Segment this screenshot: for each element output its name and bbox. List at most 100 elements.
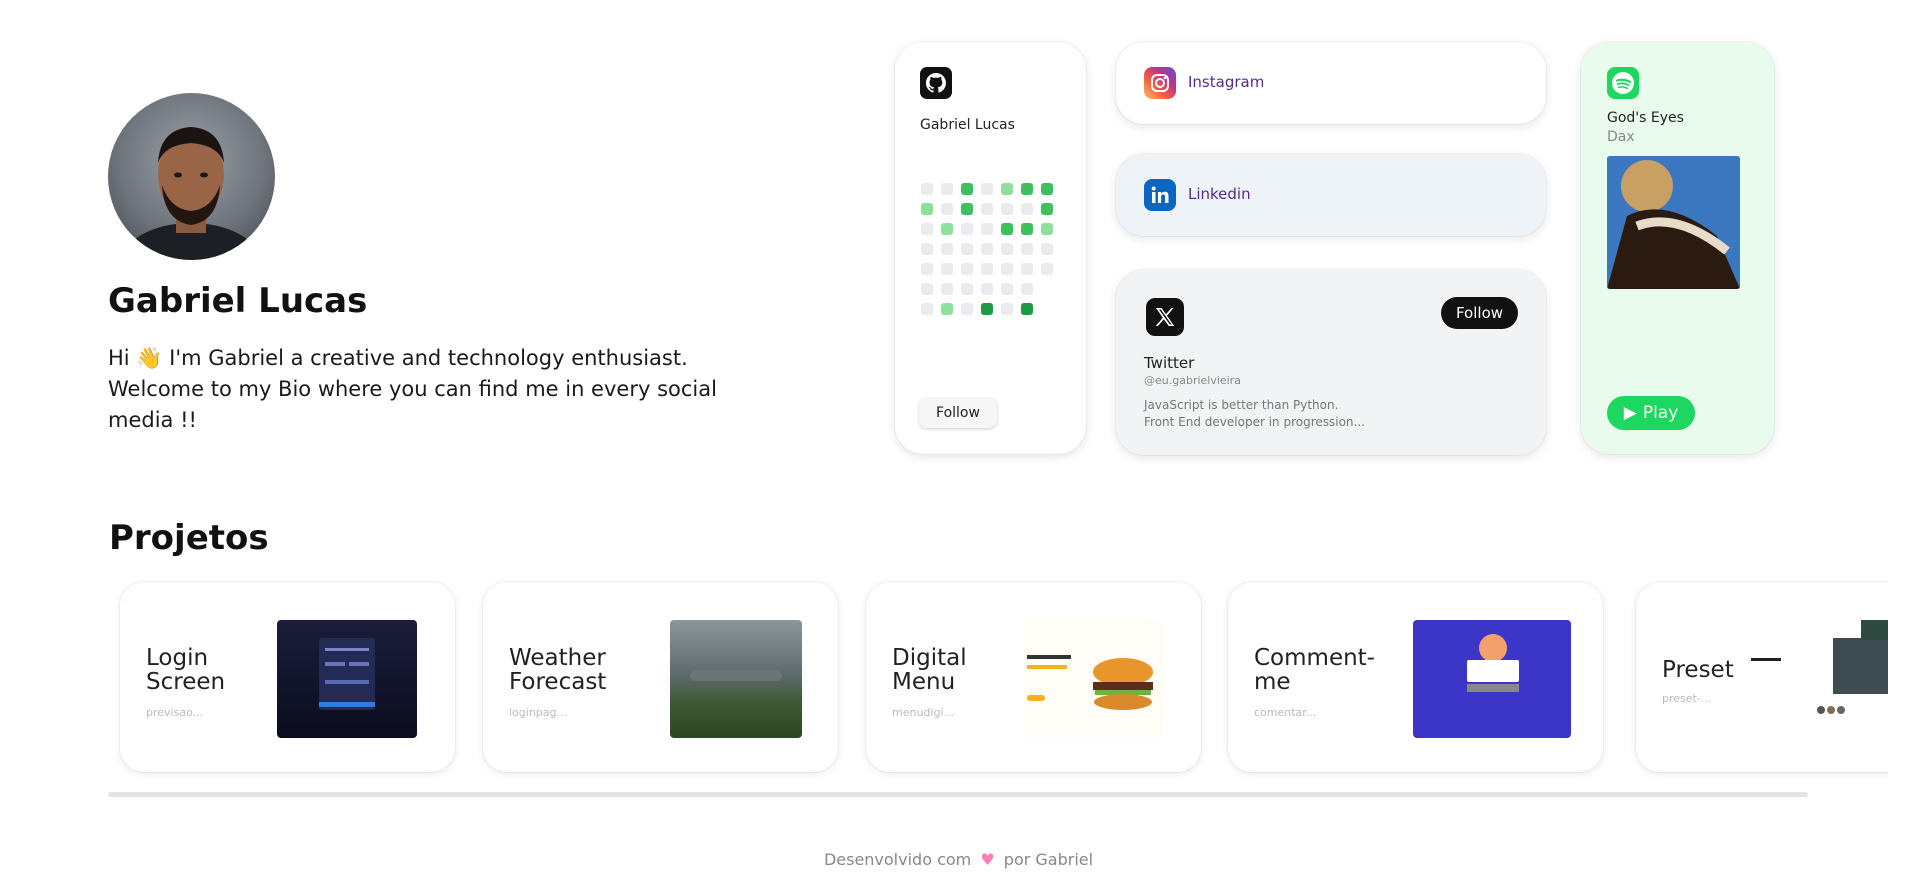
contribution-cell	[921, 263, 933, 275]
project-card[interactable]: Login Screen previsao...	[120, 582, 455, 772]
project-card[interactable]: Digital Menu menudigi...	[866, 582, 1201, 772]
twitter-desc-line2: Front End developer in progression...	[1144, 415, 1365, 429]
project-slug: comentar...	[1254, 706, 1317, 719]
contribution-cell	[981, 283, 993, 295]
contribution-cell	[921, 243, 933, 255]
album-cover-image	[1607, 156, 1740, 289]
project-thumbnail	[670, 620, 802, 738]
play-label: Play	[1642, 403, 1679, 423]
twitter-desc-line1: JavaScript is better than Python.	[1144, 398, 1339, 412]
twitter-handle: @eu.gabrielvieira	[1144, 374, 1241, 387]
linkedin-label[interactable]: Linkedin	[1188, 185, 1251, 203]
project-slug: previsao...	[146, 706, 204, 719]
linkedin-card[interactable]: Linkedin	[1116, 154, 1546, 236]
play-icon: ▶	[1623, 403, 1637, 423]
contribution-cell	[941, 263, 953, 275]
contribution-cell	[1001, 303, 1013, 315]
contribution-cell	[1001, 283, 1013, 295]
linkedin-icon	[1144, 179, 1176, 211]
contribution-cell	[921, 303, 933, 315]
contribution-cell	[1041, 263, 1053, 275]
github-card[interactable]: Gabriel Lucas Follow	[895, 42, 1086, 454]
project-title: Weather Forecast	[509, 645, 607, 695]
contribution-cell	[1001, 263, 1013, 275]
contribution-cell	[1001, 183, 1013, 195]
contribution-cell	[961, 203, 973, 215]
contribution-cell	[1001, 223, 1013, 235]
projects-heading: Projetos	[109, 518, 269, 558]
project-thumbnail	[277, 620, 417, 738]
contribution-cell	[1041, 283, 1053, 295]
github-follow-button[interactable]: Follow	[919, 398, 997, 428]
instagram-card[interactable]: Instagram	[1116, 42, 1546, 124]
project-thumbnail	[1023, 620, 1163, 738]
contribution-cell	[961, 283, 973, 295]
contribution-cell	[1021, 223, 1033, 235]
contribution-cell	[1041, 183, 1053, 195]
project-card[interactable]: Preset preset-...	[1636, 582, 1888, 772]
project-card[interactable]: Weather Forecast loginpag...	[483, 582, 838, 772]
contribution-cell	[1021, 203, 1033, 215]
contribution-cell	[1041, 243, 1053, 255]
contribution-cell	[981, 303, 993, 315]
project-thumbnail	[1413, 620, 1571, 738]
contribution-cell	[961, 263, 973, 275]
spotify-song-title: God's Eyes	[1607, 110, 1684, 126]
github-username: Gabriel Lucas	[920, 117, 1015, 133]
instagram-icon	[1144, 67, 1176, 99]
heart-icon: ♥	[980, 850, 995, 869]
contribution-cell	[1041, 203, 1053, 215]
twitter-title: Twitter	[1144, 354, 1195, 372]
project-thumbnail	[1751, 620, 1888, 738]
projects-scrollbar[interactable]	[108, 792, 1808, 797]
contribution-cell	[961, 303, 973, 315]
profile-name: Gabriel Lucas	[108, 281, 368, 321]
project-card[interactable]: Comment-me comentar...	[1228, 582, 1603, 772]
bio-page: Gabriel Lucas Hi 👋 I'm Gabriel a creativ…	[0, 0, 1917, 893]
project-title: Comment-me	[1254, 645, 1375, 695]
project-slug: menudigi...	[892, 706, 954, 719]
contribution-cell	[921, 203, 933, 215]
spotify-icon	[1607, 67, 1639, 99]
contribution-cell	[981, 243, 993, 255]
contribution-cell	[921, 223, 933, 235]
contribution-cell	[981, 183, 993, 195]
twitter-card[interactable]: Follow Twitter @eu.gabrielvieira JavaScr…	[1116, 270, 1546, 455]
contribution-cell	[1021, 183, 1033, 195]
contribution-cell	[981, 263, 993, 275]
profile-avatar	[108, 93, 275, 260]
github-icon	[920, 67, 952, 99]
contribution-cell	[1041, 223, 1053, 235]
footer: Desenvolvido com ♥ por Gabriel	[0, 850, 1917, 869]
twitter-follow-button[interactable]: Follow	[1441, 297, 1518, 329]
project-title: Login Screen	[146, 645, 226, 695]
contribution-cell	[921, 283, 933, 295]
contribution-cell	[1021, 283, 1033, 295]
projects-carousel[interactable]: Login Screen previsao... Weather Forecas…	[108, 575, 1888, 785]
project-slug: preset-...	[1662, 692, 1712, 705]
project-title: Digital Menu	[892, 645, 967, 695]
contribution-cell	[1021, 263, 1033, 275]
contribution-cell	[1041, 303, 1053, 315]
project-slug: loginpag...	[509, 706, 567, 719]
contribution-cell	[941, 203, 953, 215]
contribution-cell	[921, 183, 933, 195]
contribution-cell	[961, 223, 973, 235]
contribution-cell	[961, 243, 973, 255]
contribution-cell	[941, 243, 953, 255]
contribution-cell	[941, 303, 953, 315]
instagram-label[interactable]: Instagram	[1188, 73, 1264, 91]
spotify-card[interactable]: God's Eyes Dax ▶ Play	[1581, 42, 1774, 454]
profile-bio: Hi 👋 I'm Gabriel a creative and technolo…	[108, 346, 717, 432]
twitter-description: JavaScript is better than Python. Front …	[1144, 397, 1365, 431]
contribution-cell	[1001, 243, 1013, 255]
contribution-cell	[941, 183, 953, 195]
contribution-cell	[1021, 243, 1033, 255]
contribution-cell	[941, 283, 953, 295]
contribution-cell	[981, 223, 993, 235]
spotify-play-button[interactable]: ▶ Play	[1607, 396, 1695, 430]
spotify-artist: Dax	[1607, 129, 1635, 145]
contribution-cell	[1001, 203, 1013, 215]
footer-text-before: Desenvolvido com	[823, 850, 972, 869]
x-icon	[1146, 298, 1184, 336]
